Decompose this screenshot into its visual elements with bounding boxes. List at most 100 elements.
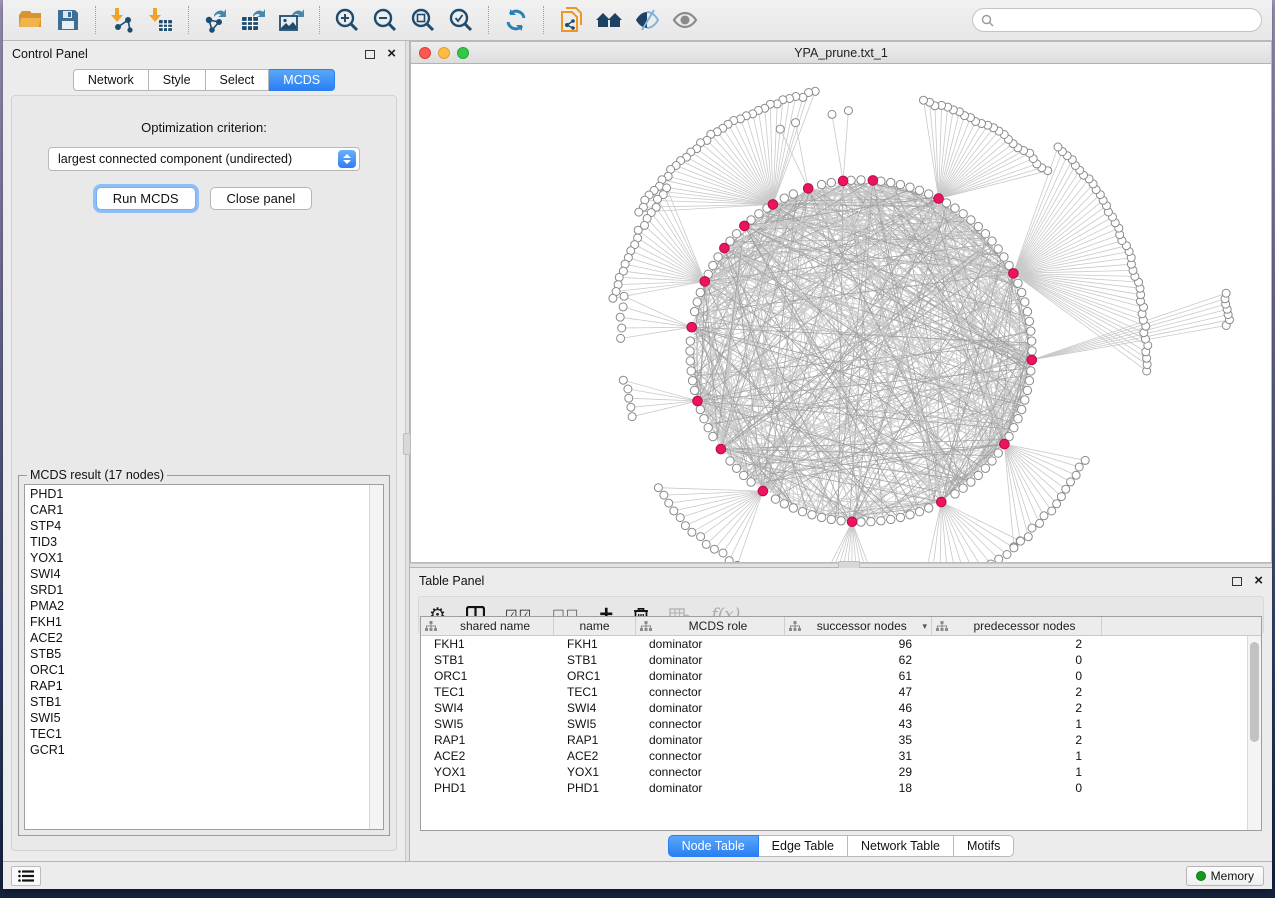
float-panel-icon[interactable]: [1232, 577, 1242, 586]
apply-layout-button[interactable]: [499, 4, 533, 36]
table-cell: dominator: [636, 732, 785, 748]
tab-network[interactable]: Network: [73, 69, 149, 91]
export-table-button[interactable]: [237, 4, 271, 36]
open-file-button[interactable]: [13, 4, 47, 36]
table-cell: 2: [932, 700, 1102, 716]
table-cell: connector: [636, 764, 785, 780]
table-row[interactable]: ORC1ORC1dominator610: [421, 668, 1247, 684]
network-from-document-button[interactable]: [554, 4, 588, 36]
run-mcds-button[interactable]: Run MCDS: [96, 187, 196, 210]
mcds-panel: Optimization criterion: largest connecte…: [11, 95, 397, 851]
close-panel-icon[interactable]: ×: [387, 49, 396, 59]
mcds-result-item[interactable]: ORC1: [25, 662, 369, 678]
table-cell: PHD1: [421, 780, 554, 796]
mcds-result-item[interactable]: RAP1: [25, 678, 369, 694]
column-header-filler: [1102, 617, 1261, 635]
float-panel-icon[interactable]: [365, 50, 375, 59]
table-cell: YOX1: [554, 764, 636, 780]
home-networks-button[interactable]: [592, 4, 626, 36]
search-icon: [981, 14, 994, 27]
table-row[interactable]: ACE2ACE2connector311: [421, 748, 1247, 764]
right-column: YPA_prune.txt_1 Table Panel × ⚙: [410, 41, 1272, 861]
table-row[interactable]: STB1STB1dominator620: [421, 652, 1247, 668]
table-row[interactable]: SWI4SWI4dominator462: [421, 700, 1247, 716]
tab-network-table[interactable]: Network Table: [848, 835, 954, 857]
table-scrollbar[interactable]: [1247, 636, 1261, 830]
control-panel-title: Control Panel: [12, 47, 88, 61]
table-row[interactable]: FKH1FKH1dominator962: [421, 636, 1247, 652]
table-cell: SWI5: [554, 716, 636, 732]
attribute-type-icon: [936, 621, 948, 632]
memory-button[interactable]: Memory: [1186, 866, 1264, 886]
show-panel-button[interactable]: [668, 4, 702, 36]
optimization-criterion-select[interactable]: largest connected component (undirected): [48, 147, 360, 171]
zoom-selected-icon: [448, 7, 474, 33]
mcds-result-item[interactable]: TEC1: [25, 726, 369, 742]
mcds-result-item[interactable]: PHD1: [25, 486, 369, 502]
mcds-result-item[interactable]: STB5: [25, 646, 369, 662]
table-cell: [1102, 716, 1247, 732]
mcds-list-scrollbar[interactable]: [369, 485, 383, 829]
scrollbar-thumb[interactable]: [1250, 642, 1259, 742]
mcds-result-item[interactable]: SRD1: [25, 582, 369, 598]
hide-panel-button[interactable]: [630, 4, 664, 36]
mcds-result-item[interactable]: TID3: [25, 534, 369, 550]
export-network-icon: [203, 7, 230, 33]
zoom-out-button[interactable]: [368, 4, 402, 36]
mcds-result-item[interactable]: PMA2: [25, 598, 369, 614]
mcds-result-item[interactable]: STP4: [25, 518, 369, 534]
zoom-selected-button[interactable]: [444, 4, 478, 36]
mcds-result-item[interactable]: GCR1: [25, 742, 369, 758]
tab-style[interactable]: Style: [149, 69, 206, 91]
import-network-button[interactable]: [106, 4, 140, 36]
toolbar-separator: [188, 6, 189, 34]
export-image-button[interactable]: [275, 4, 309, 36]
table-cell: [1102, 780, 1247, 796]
task-history-button[interactable]: [11, 866, 41, 886]
table-cell: STB1: [421, 652, 554, 668]
mcds-result-item[interactable]: CAR1: [25, 502, 369, 518]
zoom-fit-button[interactable]: [406, 4, 440, 36]
table-cell: RAP1: [554, 732, 636, 748]
table-cell: SWI4: [554, 700, 636, 716]
mcds-result-item[interactable]: YOX1: [25, 550, 369, 566]
tab-node-table[interactable]: Node Table: [668, 835, 759, 857]
column-header-predecessor-nodes[interactable]: predecessor nodes: [932, 617, 1102, 635]
mcds-result-item[interactable]: ACE2: [25, 630, 369, 646]
tab-select[interactable]: Select: [206, 69, 270, 91]
mcds-result-item[interactable]: SWI4: [25, 566, 369, 582]
network-canvas[interactable]: [411, 64, 1271, 562]
search-input[interactable]: [999, 12, 1253, 28]
mcds-result-item[interactable]: STB1: [25, 694, 369, 710]
table-panel-title: Table Panel: [419, 574, 484, 588]
export-network-button[interactable]: [199, 4, 233, 36]
table-row[interactable]: RAP1RAP1dominator352: [421, 732, 1247, 748]
column-header-name[interactable]: name: [554, 617, 636, 635]
save-session-button[interactable]: [51, 4, 85, 36]
table-row[interactable]: PHD1PHD1dominator180: [421, 780, 1247, 796]
tab-mcds[interactable]: MCDS: [269, 69, 335, 91]
tab-motifs[interactable]: Motifs: [954, 835, 1014, 857]
column-header-mcds-role[interactable]: MCDS role: [636, 617, 785, 635]
close-panel-button[interactable]: Close panel: [210, 187, 313, 210]
column-header-successor-nodes[interactable]: successor nodes ▾: [785, 617, 932, 635]
table-cell: 0: [932, 652, 1102, 668]
search-box: [972, 8, 1262, 32]
table-row[interactable]: YOX1YOX1connector291: [421, 764, 1247, 780]
zoom-in-button[interactable]: [330, 4, 364, 36]
table-row[interactable]: TEC1TEC1connector472: [421, 684, 1247, 700]
node-table: shared name name MCDS role successor nod…: [420, 616, 1262, 831]
table-row[interactable]: SWI5SWI5connector431: [421, 716, 1247, 732]
table-panel-header: Table Panel ×: [410, 568, 1272, 594]
main-toolbar: [3, 0, 1272, 41]
mcds-result-title: MCDS result (17 nodes): [27, 468, 167, 482]
mcds-result-item[interactable]: FKH1: [25, 614, 369, 630]
mcds-result-item[interactable]: SWI5: [25, 710, 369, 726]
column-header-shared-name[interactable]: shared name: [421, 617, 554, 635]
table-cell: [1102, 636, 1247, 652]
network-graph-svg[interactable]: [411, 64, 1271, 562]
close-panel-icon[interactable]: ×: [1254, 576, 1263, 586]
tab-edge-table[interactable]: Edge Table: [759, 835, 848, 857]
network-window: YPA_prune.txt_1: [410, 41, 1272, 563]
import-table-button[interactable]: [144, 4, 178, 36]
